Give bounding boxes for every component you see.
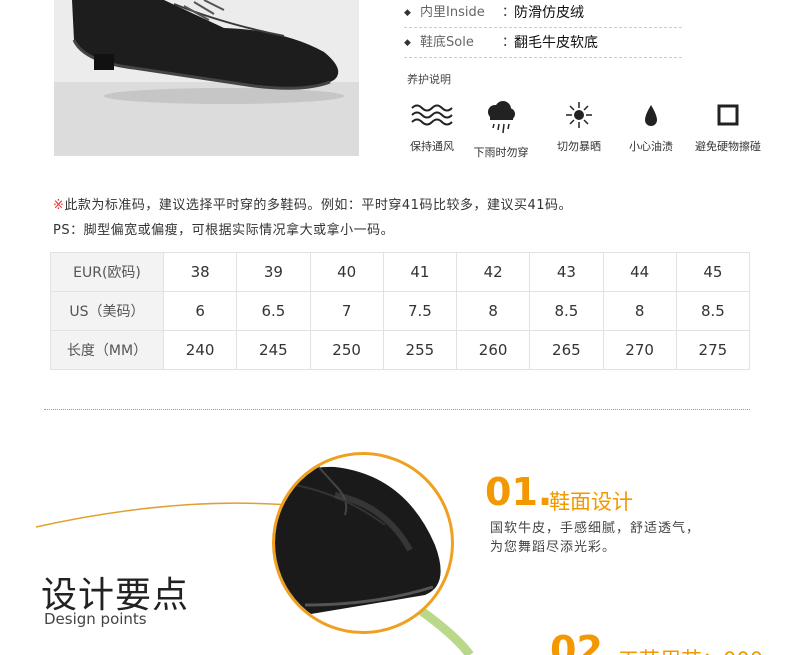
- leather-closeup: [272, 452, 454, 634]
- note-mark: ※: [53, 198, 65, 213]
- spec-row-inside: ◆ 内里Inside ： 防滑仿皮绒: [404, 0, 682, 28]
- table-cell: 40: [309, 252, 384, 292]
- diamond-bullet-icon: ◆: [404, 8, 411, 18]
- table-cell: 8.5: [675, 291, 751, 331]
- square-icon: [717, 104, 739, 126]
- spec-value: 翻毛牛皮软底: [514, 35, 598, 51]
- table-cell: 270: [602, 330, 677, 370]
- size-table: EUR(欧码) 38 39 40 41 42 43 44 45 US（美码） 6…: [50, 252, 751, 370]
- spec-label: 鞋底Sole: [420, 35, 474, 50]
- care-item-hard-object: 避免硬物擦碰: [688, 100, 768, 154]
- spec-value: 防滑仿皮绒: [514, 5, 584, 21]
- care-item-ventilate: 保持通风: [392, 100, 472, 154]
- care-caption: 下雨时勿穿: [473, 146, 529, 159]
- table-row-eur: EUR(欧码) 38 39 40 41 42 43 44 45: [50, 252, 751, 292]
- spec-row-sole: ◆ 鞋底Sole ： 翻毛牛皮软底: [404, 30, 682, 58]
- table-cell: 6.5: [236, 291, 311, 331]
- feature-number: 02.: [550, 628, 618, 655]
- feature-title: 工艺用芯：000: [618, 644, 763, 655]
- table-cell: 45: [675, 252, 751, 292]
- note-text: 此款为标准码，建议选择平时穿的多鞋码。例如：平时穿41码比较多，建议买41码。: [64, 198, 572, 213]
- care-caption: 小心油渍: [629, 140, 673, 153]
- rain-cloud-icon: [488, 101, 515, 134]
- table-cell: 8.5: [529, 291, 604, 331]
- table-cell: 39: [236, 252, 311, 292]
- sun-icon: [566, 102, 592, 128]
- table-cell: 41: [382, 252, 458, 292]
- table-cell: 260: [455, 330, 531, 370]
- diamond-bullet-icon: ◆: [404, 38, 411, 48]
- feature-title: 鞋面设计: [549, 490, 633, 514]
- table-cell: 255: [382, 330, 458, 370]
- table-row-length: 长度（MM） 240 245 250 255 260 265 270 275: [50, 330, 751, 370]
- table-cell: 7.5: [382, 291, 458, 331]
- table-row-us: US（美码） 6 6.5 7 7.5 8 8.5 8 8.5: [50, 291, 751, 331]
- table-cell: 245: [236, 330, 311, 370]
- table-cell: 44: [602, 252, 677, 292]
- feature-desc-line2: 为您舞蹈尽添光彩。: [490, 540, 617, 555]
- table-cell: 275: [675, 330, 751, 370]
- care-item-rain: 下雨时勿穿: [461, 100, 541, 160]
- section-divider: [44, 409, 750, 410]
- size-note: ※此款为标准码，建议选择平时穿的多鞋码。例如：平时穿41码比较多，建议买41码。: [53, 194, 572, 213]
- care-caption: 避免硬物擦碰: [695, 140, 761, 153]
- table-cell: 43: [529, 252, 604, 292]
- row-header: EUR(欧码): [50, 252, 164, 292]
- table-cell: 240: [162, 330, 238, 370]
- ps-note: PS：脚型偏宽或偏瘦，可根据实际情况拿大或拿小一码。: [53, 223, 395, 238]
- product-photo: [54, 0, 359, 156]
- table-cell: 6: [162, 291, 238, 331]
- table-cell: 8: [455, 291, 531, 331]
- row-header: US（美码）: [50, 291, 164, 331]
- table-cell: 38: [162, 252, 238, 292]
- shoe-toe-image: [275, 462, 441, 615]
- care-caption: 切勿暴晒: [557, 140, 601, 153]
- table-cell: 42: [455, 252, 531, 292]
- shoe-illustration: [72, 0, 344, 104]
- spec-label: 内里Inside: [420, 5, 485, 20]
- table-cell: 250: [309, 330, 384, 370]
- feature-desc-line1: 国软牛皮，手感细腻，舒适透气，: [490, 521, 701, 536]
- wind-icon: [411, 104, 453, 126]
- feature-number: 01.: [485, 470, 553, 514]
- table-cell: 7: [309, 291, 384, 331]
- table-cell: 265: [529, 330, 604, 370]
- table-cell: 8: [602, 291, 677, 331]
- care-caption: 保持通风: [410, 140, 454, 153]
- care-item-oil: 小心油渍: [611, 100, 691, 154]
- row-header: 长度（MM）: [50, 330, 164, 370]
- oil-drop-icon: [645, 105, 657, 126]
- design-subtitle: Design points: [44, 610, 147, 628]
- care-title: 养护说明: [407, 73, 451, 86]
- care-item-sun: 切勿暴晒: [539, 100, 619, 154]
